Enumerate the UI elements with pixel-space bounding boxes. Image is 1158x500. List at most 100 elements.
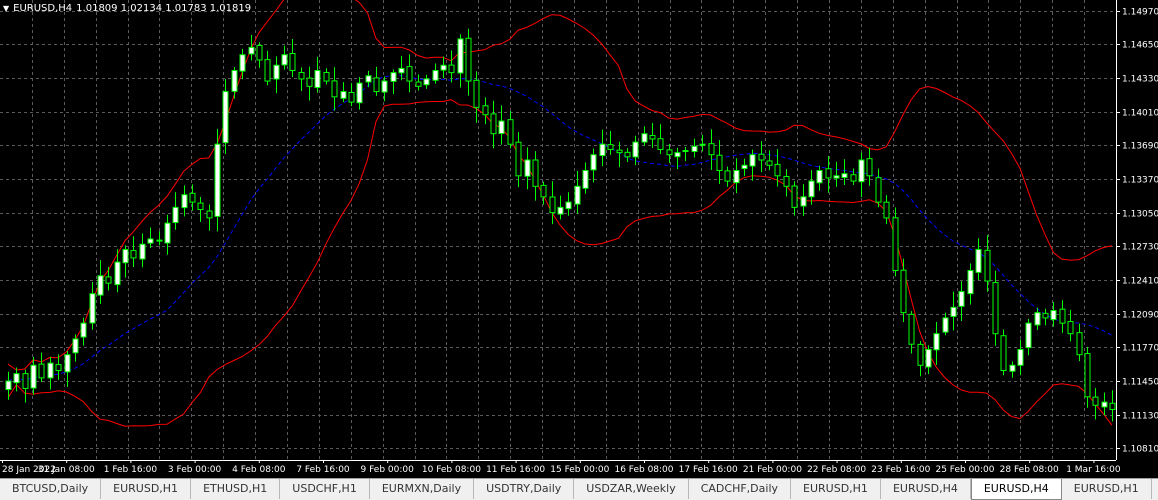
price-tick-label: 1.10810 xyxy=(1122,445,1158,455)
candle-body xyxy=(808,180,815,198)
candle-body xyxy=(390,72,397,82)
candle-body xyxy=(356,82,363,104)
candle-body xyxy=(758,153,765,161)
candle-body xyxy=(72,338,79,354)
time-tick-label: 7 Feb 16:00 xyxy=(296,465,350,475)
candle-body xyxy=(766,160,773,166)
candle-body xyxy=(1092,396,1099,406)
candle-body xyxy=(80,322,87,338)
candle-body xyxy=(666,149,673,156)
ohlc-values: 1.01809 1.02134 1.01783 1.01819 xyxy=(76,3,252,14)
candle-body xyxy=(866,158,873,177)
candle-body xyxy=(373,77,380,93)
candle-body xyxy=(699,143,706,146)
candle-body xyxy=(181,194,188,209)
candle-body xyxy=(1042,312,1049,319)
candle-body xyxy=(440,64,447,71)
candle-body xyxy=(565,201,572,210)
candle-body xyxy=(1050,310,1057,321)
candle-body xyxy=(1084,353,1091,398)
candle-body xyxy=(950,306,957,317)
candle-body xyxy=(1109,402,1116,410)
price-chart[interactable]: 1.14970 1.14650 1.14330 1.14010 1.13690 1.133… xyxy=(0,0,1158,478)
candle-body xyxy=(816,170,823,184)
candle-body xyxy=(231,70,238,92)
time-tick-label: 25 Feb 00:00 xyxy=(935,465,994,475)
price-tick-label: 1.11770 xyxy=(1122,344,1158,354)
candle-body xyxy=(38,363,45,379)
candle-body xyxy=(448,64,455,74)
chart-tab[interactable]: EURUSD,H1 xyxy=(791,479,881,499)
price-tick-label: 1.11450 xyxy=(1122,378,1158,388)
candle-body xyxy=(984,249,991,282)
time-tick-label: 10 Feb 08:00 xyxy=(422,465,481,475)
time-tick-label: 1 Mar 16:00 xyxy=(1066,465,1121,475)
candle-body xyxy=(532,159,539,187)
chart-tab[interactable]: EURUSD,H4 xyxy=(970,479,1062,500)
chart-tab[interactable]: EURMXN,Daily xyxy=(370,479,475,499)
candle-body xyxy=(549,196,556,214)
candle-body xyxy=(482,105,489,116)
chart-tab[interactable]: USDCHF,H1 xyxy=(280,479,370,499)
candle-body xyxy=(197,202,204,210)
chart-tab[interactable]: CADCHF,Daily xyxy=(689,479,792,499)
chart-tab[interactable]: EURUSD,H4 xyxy=(881,479,971,499)
candle-body xyxy=(273,64,280,80)
candle-body xyxy=(557,206,564,215)
chart-window[interactable]: 1.14970 1.14650 1.14330 1.14010 1.13690 1.133… xyxy=(0,0,1158,478)
candle-body xyxy=(540,184,547,198)
candle-body xyxy=(624,151,631,158)
candle-body xyxy=(917,343,924,366)
candle-body xyxy=(791,185,798,208)
candle-body xyxy=(616,149,623,154)
candle-body xyxy=(933,333,940,351)
candle-body xyxy=(314,70,321,88)
candle-body xyxy=(264,59,271,82)
price-tick-label: 1.12090 xyxy=(1122,311,1158,321)
chart-tab[interactable]: ETHUSD,H1 xyxy=(191,479,281,499)
price-tick-label: 1.14970 xyxy=(1122,8,1158,18)
chart-tab[interactable]: BTCUSD,Daily xyxy=(0,479,102,499)
candle-body xyxy=(908,313,915,345)
candle-body xyxy=(189,192,196,203)
time-tick-label: 15 Feb 00:00 xyxy=(550,465,609,475)
candle-body xyxy=(1000,335,1007,372)
candle-body xyxy=(172,206,179,224)
candle-body xyxy=(774,163,781,177)
candle-body xyxy=(398,67,405,74)
candle-body xyxy=(306,77,313,87)
candle-body xyxy=(992,282,999,335)
chart-tab[interactable]: USDZAR,Weekly xyxy=(574,479,689,499)
time-tick-label: 3 Feb 00:00 xyxy=(168,465,222,475)
chart-axes: 1.14970 1.14650 1.14330 1.14010 1.13690 1.133… xyxy=(0,0,1158,475)
candle-body xyxy=(130,250,137,259)
candle-body xyxy=(875,177,882,203)
candle-body xyxy=(657,138,664,150)
candle-body xyxy=(833,175,840,179)
chart-tab[interactable]: EURU xyxy=(1152,479,1158,499)
candle-body xyxy=(465,37,472,82)
candle-body xyxy=(139,243,146,260)
candle-body xyxy=(498,120,505,134)
collapse-triangle-icon[interactable]: ▼ xyxy=(3,4,9,13)
candle-body xyxy=(783,175,790,187)
candle-body xyxy=(599,143,606,157)
candle-body xyxy=(5,380,12,390)
candle-body xyxy=(1034,312,1041,326)
price-tick-label: 1.12410 xyxy=(1122,277,1158,287)
candle-body xyxy=(674,152,681,158)
candle-body xyxy=(925,348,932,368)
candle-body xyxy=(582,170,589,189)
price-tick-label: 1.13370 xyxy=(1122,176,1158,186)
candle-body xyxy=(716,154,723,172)
candle-body xyxy=(590,154,597,171)
chart-tab[interactable]: USDTRY,Daily xyxy=(474,479,575,499)
bollinger-middle-band xyxy=(7,75,1113,382)
chart-tab[interactable]: EURUSD,H1 xyxy=(101,479,192,499)
candle-body xyxy=(365,75,372,83)
candle-body xyxy=(967,270,974,295)
symbol-label: EURUSD,H4 xyxy=(13,3,73,14)
chart-tab[interactable]: EURUSD,H1 xyxy=(1062,479,1152,499)
candle-body xyxy=(164,222,171,244)
candle-body xyxy=(958,291,965,307)
